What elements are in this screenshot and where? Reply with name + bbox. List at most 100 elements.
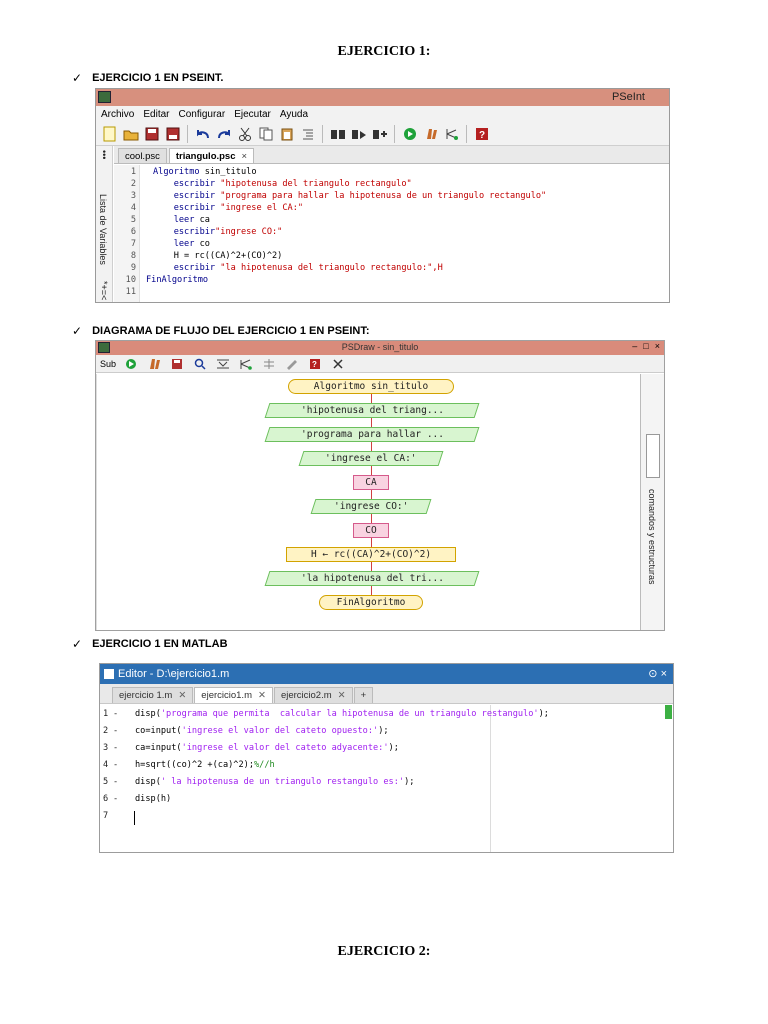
menu-ejecutar[interactable]: Ejecutar <box>234 109 271 120</box>
bullet-pseint-label: EJERCICIO 1 EN PSEINT. <box>92 72 224 84</box>
matlab-editor-window: Editor - D:\ejercicio1.m ⊙ × ejercicio 1… <box>99 663 674 853</box>
maximize-icon[interactable]: □ <box>643 341 648 351</box>
run-icon[interactable] <box>401 125 418 142</box>
toolbar-divider <box>394 124 395 143</box>
bullet-matlab-label: EJERCICIO 1 EN MATLAB <box>92 638 228 650</box>
flowchart-icon[interactable] <box>237 355 254 372</box>
open-folder-icon[interactable] <box>122 125 139 142</box>
sub-dropdown[interactable]: Sub <box>100 359 116 369</box>
pseint-code-editor[interactable]: 1 Algoritmo sin_titulo 2 escribir "hipote… <box>114 165 669 302</box>
flow-start[interactable]: Algoritmo sin_titulo <box>288 379 454 394</box>
bullet-pseint: ✓ EJERCICIO 1 EN PSEINT. <box>72 71 224 85</box>
matlab-tabs: ejercicio 1.m ✕ ejercicio1.m ✕ ejercicio2.… <box>100 684 673 704</box>
svg-text:?: ? <box>479 130 485 141</box>
save-as-icon[interactable] <box>164 125 181 142</box>
pseint-titlebar: PSeInt <box>96 89 669 106</box>
help-icon[interactable]: ? <box>306 355 323 372</box>
matlab-window-title: Editor - D:\ejercicio1.m <box>118 668 230 680</box>
tab-ejercicio-1[interactable]: ejercicio 1.m ✕ <box>112 687 194 703</box>
tab-ejercicio2[interactable]: ejercicio2.m ✕ <box>273 687 353 703</box>
psdraw-window-title: PSDraw - sin_titulo <box>341 342 419 352</box>
pseint-tabs: cool.psc triangulo.psc × <box>114 146 669 164</box>
fit-icon[interactable] <box>214 355 231 372</box>
code-analyzer-indicator[interactable] <box>665 705 672 719</box>
flow-end[interactable]: FinAlgoritmo <box>319 595 423 610</box>
replace-icon[interactable] <box>371 125 388 142</box>
right-margin-line <box>490 705 491 852</box>
svg-text:?: ? <box>312 360 317 369</box>
help-icon[interactable]: ? <box>473 125 490 142</box>
flow-output-3[interactable]: 'ingrese el CA:' <box>298 451 444 466</box>
tab-triangulo-psc[interactable]: triangulo.psc × <box>168 148 255 163</box>
paste-icon[interactable] <box>278 125 295 142</box>
cut-icon[interactable] <box>236 125 253 142</box>
pseint-window-title: PSeInt <box>611 91 645 103</box>
minimize-icon[interactable]: – <box>632 341 637 351</box>
flow-output-1[interactable]: 'hipotenusa del triang... <box>264 403 480 418</box>
check-icon: ✓ <box>72 71 83 85</box>
menu-ayuda[interactable]: Ayuda <box>280 109 308 120</box>
bullet-diagrama-label: DIAGRAMA DE FLUJO DEL EJERCICIO 1 EN PSE… <box>92 325 370 337</box>
menu-archivo[interactable]: Archivo <box>101 109 134 120</box>
tab-ejercicio1[interactable]: ejercicio1.m ✕ <box>194 687 273 703</box>
psdraw-titlebar: PSDraw - sin_titulo – □ × <box>96 341 664 355</box>
copy-icon[interactable] <box>257 125 274 142</box>
psdraw-window: PSDraw - sin_titulo – □ × Sub ? Algoritm… <box>95 340 665 631</box>
editor-icon <box>104 669 114 679</box>
indent-icon[interactable] <box>299 125 316 142</box>
pseint-window: PSeInt Archivo Editar Configurar Ejecuta… <box>95 88 670 303</box>
commands-panel[interactable]: comandos y estructuras <box>640 374 664 630</box>
close-icon[interactable]: × <box>655 341 660 351</box>
step-icon[interactable] <box>145 355 162 372</box>
flow-output-4[interactable]: 'ingrese CO:' <box>310 499 432 514</box>
close-tab-icon[interactable]: ✕ <box>258 690 266 701</box>
redo-icon[interactable] <box>215 125 232 142</box>
flow-input-co[interactable]: CO <box>353 523 389 538</box>
close-tab-icon[interactable]: ✕ <box>178 690 186 701</box>
flow-output-2[interactable]: 'programa para hallar ... <box>264 427 480 442</box>
check-icon: ✓ <box>72 637 83 651</box>
flowchart-icon[interactable] <box>443 125 460 142</box>
flow-input-ca[interactable]: CA <box>353 475 389 490</box>
menu-editar[interactable]: Editar <box>143 109 169 120</box>
new-tab-button[interactable]: + <box>353 687 374 703</box>
window-controls[interactable]: ⊙ × <box>648 664 667 684</box>
toolbar-divider <box>466 124 467 143</box>
save-icon[interactable] <box>143 125 160 142</box>
flow-assign[interactable]: H ← rc((CA)^2+(CO)^2) <box>286 547 456 562</box>
save-icon[interactable] <box>168 355 185 372</box>
commands-panel-label: comandos y estructuras <box>647 489 657 585</box>
find-next-icon[interactable] <box>350 125 367 142</box>
pseint-toolbar: ? <box>96 122 669 146</box>
close-tab-icon[interactable]: ✕ <box>338 690 346 701</box>
text-caret <box>134 811 135 825</box>
close-tab-icon[interactable]: × <box>242 151 248 162</box>
find-icon[interactable] <box>329 125 346 142</box>
heading-ejercicio-1: EJERCICIO 1: <box>337 44 431 59</box>
psdraw-toolbar: Sub ? <box>96 355 664 373</box>
run-icon[interactable] <box>122 355 139 372</box>
side-ops-top: ••• <box>99 150 109 160</box>
heading-ejercicio-2: EJERCICIO 2: <box>337 944 431 959</box>
variables-panel[interactable]: ••• Lista de Variables *+=< <box>96 146 113 302</box>
flowchart-canvas[interactable]: Algoritmo sin_titulo 'hipotenusa del tri… <box>96 374 664 630</box>
close-icon[interactable] <box>329 355 346 372</box>
matlab-code-editor[interactable]: 1- disp('programa que permita calcular la… <box>100 705 673 852</box>
edit-icon[interactable] <box>283 355 300 372</box>
comment-icon[interactable] <box>260 355 277 372</box>
toolbar-divider <box>322 124 323 143</box>
step-icon[interactable] <box>422 125 439 142</box>
structures-preview-icon[interactable] <box>646 434 660 478</box>
undo-icon[interactable] <box>194 125 211 142</box>
variables-list-label: Lista de Variables <box>98 194 108 265</box>
side-ops-bottom: *+=< <box>99 280 109 300</box>
menu-configurar[interactable]: Configurar <box>178 109 225 120</box>
zoom-icon[interactable] <box>191 355 208 372</box>
matlab-titlebar: Editor - D:\ejercicio1.m ⊙ × <box>100 664 673 684</box>
pseint-app-icon <box>98 91 111 103</box>
tab-cool-psc[interactable]: cool.psc <box>118 148 167 163</box>
window-controls: – □ × <box>632 341 660 351</box>
flow-output-5[interactable]: 'la hipotenusa del tri... <box>264 571 480 586</box>
bullet-matlab: ✓ EJERCICIO 1 EN MATLAB <box>72 637 228 651</box>
new-file-icon[interactable] <box>101 125 118 142</box>
